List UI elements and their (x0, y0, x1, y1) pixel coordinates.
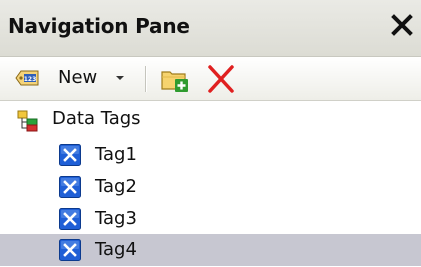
tree-item-tag4[interactable]: Tag4 (0, 234, 421, 266)
add-folder-button[interactable] (159, 64, 191, 94)
navigation-pane: Navigation Pane 123 New Data Tags Tag1 T… (0, 0, 421, 267)
tree-item-label: Tag1 (95, 144, 137, 165)
tree-item-tag2[interactable]: Tag2 (0, 171, 421, 203)
data-tags-icon (17, 110, 38, 132)
tree-item-label: Tag3 (95, 208, 137, 229)
tag-icon (59, 144, 81, 166)
close-icon[interactable] (389, 12, 415, 38)
tree-item-tag3[interactable]: Tag3 (0, 203, 421, 235)
tree-view: Data Tags Tag1 Tag2 Tag3 Tag4 (0, 101, 421, 267)
tree-root-label: Data Tags (52, 108, 141, 129)
pane-header: Navigation Pane (0, 0, 421, 57)
tag-icon (59, 176, 81, 198)
tag-icon (59, 208, 81, 230)
new-button-label: New (58, 67, 98, 88)
add-folder-icon (161, 71, 188, 92)
toolbar-divider (145, 66, 147, 92)
tree-item-label: Tag4 (95, 239, 137, 260)
pane-title: Navigation Pane (8, 14, 190, 38)
new-button[interactable]: 123 New (8, 63, 134, 93)
tree-item-label: Tag2 (95, 176, 137, 197)
delete-button[interactable] (205, 64, 237, 94)
tree-root-data-tags[interactable]: Data Tags (0, 103, 421, 135)
tag-icon (59, 239, 81, 261)
tag-123-icon: 123 (15, 70, 39, 86)
tree-item-tag1[interactable]: Tag1 (0, 139, 421, 171)
chevron-down-icon[interactable] (115, 75, 125, 82)
toolbar: 123 New (0, 57, 421, 101)
delete-icon (208, 65, 234, 93)
svg-text:123: 123 (24, 76, 37, 83)
